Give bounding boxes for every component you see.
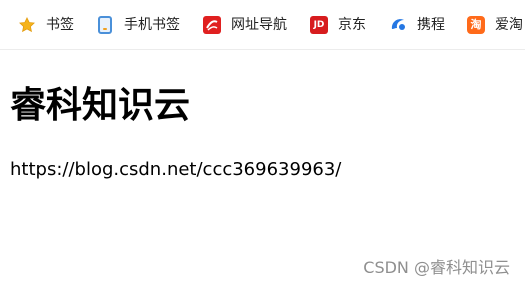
watermark: CSDN @睿科知识云: [363, 258, 510, 277]
bookmark-label: 京东: [338, 17, 366, 33]
bookmark-label: 爱淘: [495, 17, 523, 33]
page-title: 睿科知识云: [10, 85, 191, 126]
phone-icon: [98, 16, 112, 34]
bookmark-url-navigation[interactable]: 网址导航: [203, 14, 287, 36]
navigation-icon: [203, 16, 221, 34]
jd-icon: JD: [310, 16, 328, 34]
bookmark-ctrip[interactable]: 携程: [389, 14, 445, 36]
bookmark-bookmarks[interactable]: 书签: [18, 14, 74, 36]
star-icon: [18, 16, 36, 34]
bookmark-label: 手机书签: [124, 17, 180, 33]
bookmark-mobile-bookmarks[interactable]: 手机书签: [96, 14, 180, 36]
bookmarks-bar: 书签 手机书签 网址导航 JD 京东 携程 淘 爱淘: [0, 0, 525, 50]
bookmark-jd[interactable]: JD 京东: [310, 14, 366, 36]
bookmark-label: 携程: [417, 17, 445, 33]
bookmark-label: 书签: [46, 17, 74, 33]
page-url-text: https://blog.csdn.net/ccc369639963/: [10, 159, 342, 180]
bookmark-label: 网址导航: [231, 17, 287, 33]
taobao-icon: 淘: [467, 16, 485, 34]
ctrip-icon: [389, 16, 407, 34]
bookmark-aitao[interactable]: 淘 爱淘: [467, 14, 523, 36]
